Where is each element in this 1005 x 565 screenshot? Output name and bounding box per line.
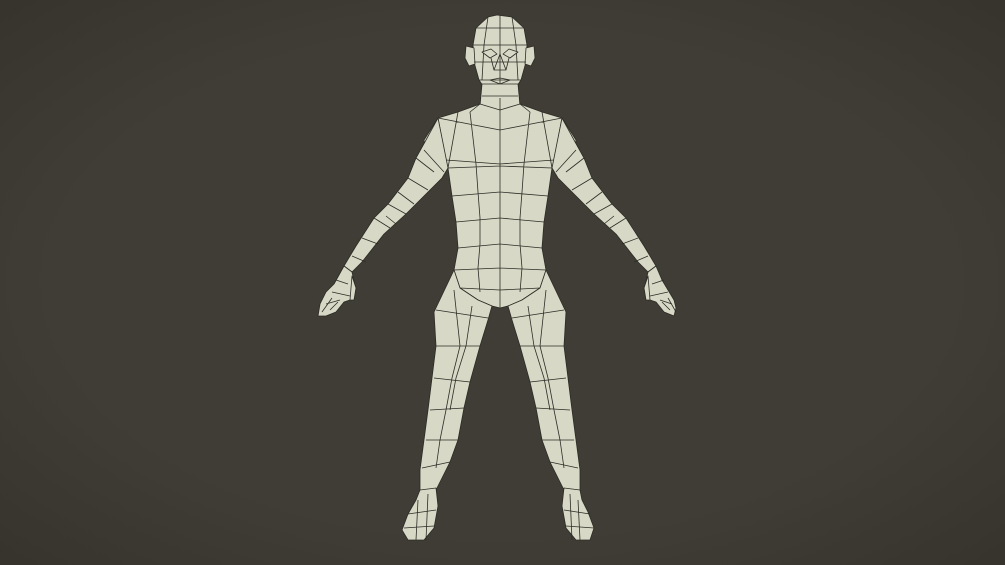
3d-viewport[interactable] xyxy=(0,0,1005,565)
viewport-canvas[interactable] xyxy=(0,0,1005,565)
